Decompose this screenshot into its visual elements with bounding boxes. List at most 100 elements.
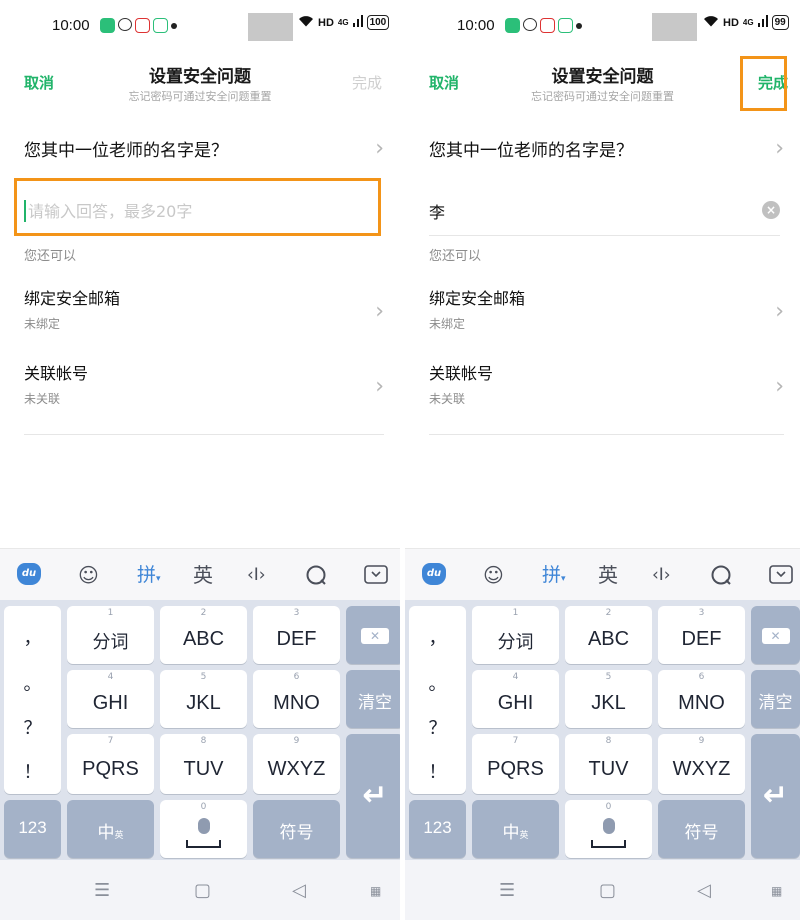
key-3[interactable]: 3 DEF: [658, 606, 745, 664]
back-icon[interactable]: ◁: [697, 880, 711, 901]
answer-input[interactable]: [429, 201, 780, 221]
symbol-key[interactable]: 符号: [253, 800, 340, 858]
clear-key[interactable]: 清空: [751, 670, 800, 728]
more-dot-icon: [576, 23, 582, 29]
english-toggle[interactable]: 英: [193, 561, 213, 589]
punct-question[interactable]: ？: [4, 714, 61, 740]
key-num: 8: [200, 736, 207, 746]
key-1[interactable]: 1 分词: [472, 606, 559, 664]
done-button[interactable]: 完成: [352, 72, 382, 93]
clear-input-icon[interactable]: ×: [762, 201, 780, 219]
search-icon[interactable]: [710, 561, 732, 589]
punct-question[interactable]: ？: [409, 714, 466, 740]
cursor-icon[interactable]: ‹I›: [247, 561, 266, 589]
key-num: 9: [293, 736, 300, 746]
clear-key[interactable]: 清空: [346, 670, 400, 728]
punct-period[interactable]: 。: [4, 670, 61, 696]
section-label: 您还可以: [24, 249, 77, 264]
emoji-icon[interactable]: ☺: [78, 561, 99, 589]
punctuation-column[interactable]: ， 。 ？ ！: [409, 606, 466, 794]
collapse-keyboard-icon[interactable]: [364, 561, 388, 589]
question-selector[interactable]: 您其中一位老师的名字是？ ›: [24, 128, 384, 168]
answer-field[interactable]: ×: [429, 186, 780, 236]
key-num: 4: [512, 672, 519, 682]
back-icon[interactable]: ◁: [292, 880, 306, 901]
num-switch-key[interactable]: 123: [409, 800, 466, 858]
enter-key[interactable]: ↵: [751, 734, 800, 858]
symbol-key[interactable]: 符号: [658, 800, 745, 858]
key-6[interactable]: 6 MNO: [658, 670, 745, 728]
backspace-key[interactable]: ✕: [751, 606, 800, 664]
calendar-icon: [540, 18, 555, 33]
key-2[interactable]: 2 ABC: [565, 606, 652, 664]
collapse-keyboard-icon[interactable]: [769, 561, 793, 589]
key-num: 6: [293, 672, 300, 682]
link-account-item[interactable]: 关联帐号 未关联 ›: [24, 360, 384, 422]
key-label: JKL: [186, 692, 221, 714]
key-9[interactable]: 9 WXYZ: [253, 734, 340, 794]
key-5[interactable]: 5 JKL: [565, 670, 652, 728]
key-label: GHI: [92, 692, 129, 714]
pinyin-toggle[interactable]: 拼▾: [542, 561, 566, 589]
english-toggle[interactable]: 英: [598, 561, 618, 589]
key-label: WXYZ: [672, 758, 731, 780]
space-key[interactable]: 0: [160, 800, 247, 858]
menu-icon[interactable]: ☰: [94, 880, 110, 901]
key-4[interactable]: 4 GHI: [67, 670, 154, 728]
mic-icon: [197, 818, 210, 834]
home-icon[interactable]: ▢: [599, 880, 616, 901]
bind-email-item[interactable]: 绑定安全邮箱 未绑定 ›: [429, 285, 784, 347]
key-9[interactable]: 9 WXYZ: [658, 734, 745, 794]
key-4[interactable]: 4 GHI: [472, 670, 559, 728]
key-num: 0: [200, 802, 207, 812]
emoji-icon[interactable]: ☺: [483, 561, 504, 589]
key-6[interactable]: 6 MNO: [253, 670, 340, 728]
pinyin-label: 拼: [137, 564, 157, 586]
baidu-logo-icon[interactable]: du: [17, 563, 41, 585]
enter-icon: ↵: [762, 778, 789, 813]
keyboard-switch-icon[interactable]: ▦: [771, 884, 782, 898]
calendar-icon: [135, 18, 150, 33]
search-icon[interactable]: [305, 561, 327, 589]
cursor-icon[interactable]: ‹I›: [652, 561, 671, 589]
lang-switch-key[interactable]: 中英: [472, 800, 559, 858]
baidu-logo-icon[interactable]: du: [422, 563, 446, 585]
page-title: 设置安全问题: [149, 67, 251, 87]
key-7[interactable]: 7 PQRS: [472, 734, 559, 794]
key-label: TUV: [588, 758, 629, 780]
punct-exclaim[interactable]: ！: [409, 758, 466, 784]
key-8[interactable]: 8 TUV: [160, 734, 247, 794]
key-label: JKL: [591, 692, 626, 714]
key-7[interactable]: 7 PQRS: [67, 734, 154, 794]
link-account-item[interactable]: 关联帐号 未关联 ›: [429, 360, 784, 422]
lang-switch-key[interactable]: 中英: [67, 800, 154, 858]
key-8[interactable]: 8 TUV: [565, 734, 652, 794]
keyboard-switch-icon[interactable]: ▦: [370, 884, 381, 898]
key-2[interactable]: 2 ABC: [160, 606, 247, 664]
num-switch-key[interactable]: 123: [4, 800, 61, 858]
punctuation-column[interactable]: ， 。 ？ ！: [4, 606, 61, 794]
bind-email-item[interactable]: 绑定安全邮箱 未绑定 ›: [24, 285, 384, 347]
key-5[interactable]: 5 JKL: [160, 670, 247, 728]
item-sub: 未绑定: [429, 317, 466, 331]
keyboard: ， 。 ？ ！ 1 分词 2 ABC 3 DEF ✕ 4 GHI 5 JKL 6…: [405, 600, 800, 860]
backspace-key[interactable]: ✕: [346, 606, 400, 664]
question-selector[interactable]: 您其中一位老师的名字是？ ›: [429, 128, 784, 168]
punct-comma[interactable]: ，: [409, 624, 466, 650]
question-text: 您其中一位老师的名字是？: [429, 140, 633, 161]
menu-icon[interactable]: ☰: [499, 880, 515, 901]
pinyin-toggle[interactable]: 拼▾: [137, 561, 161, 589]
home-icon[interactable]: ▢: [194, 880, 211, 901]
key-3[interactable]: 3 DEF: [253, 606, 340, 664]
item-title: 关联帐号: [24, 364, 89, 383]
status-right: HD 4G 99: [703, 15, 789, 30]
enter-key[interactable]: ↵: [346, 734, 400, 858]
space-key[interactable]: 0: [565, 800, 652, 858]
key-num: 2: [605, 608, 612, 618]
system-nav-bar: ☰ ▢ ◁ ▦: [405, 860, 800, 920]
key-1[interactable]: 1 分词: [67, 606, 154, 664]
chevron-right-icon: ›: [375, 135, 384, 161]
punct-comma[interactable]: ，: [4, 624, 61, 650]
punct-exclaim[interactable]: ！: [4, 758, 61, 784]
punct-period[interactable]: 。: [409, 670, 466, 696]
